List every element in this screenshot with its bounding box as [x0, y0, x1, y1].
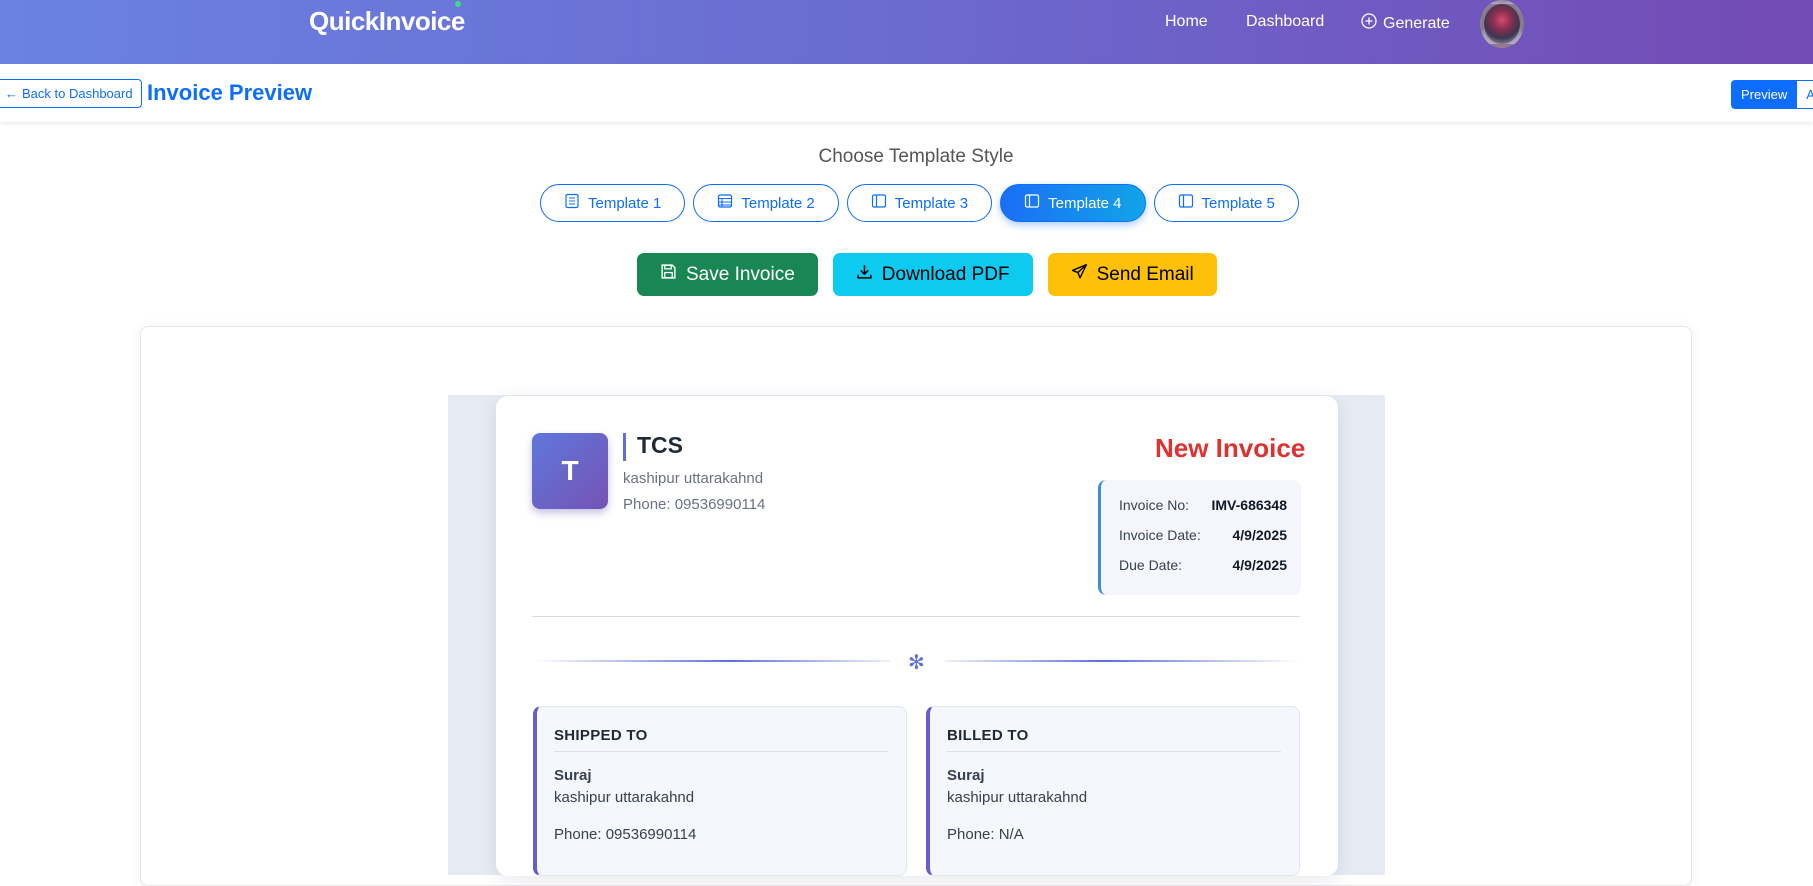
- due-date-row: Due Date: 4/9/2025: [1119, 557, 1287, 573]
- back-to-dashboard-button[interactable]: ← Back to Dashboard: [0, 79, 142, 108]
- invoice-number-label: Invoice No:: [1119, 497, 1190, 513]
- nav-generate-link[interactable]: Generate: [1361, 13, 1450, 34]
- billed-to-card: BILLED TO Suraj kashipur uttarakahnd Pho…: [926, 706, 1300, 876]
- shipped-to-divider: [554, 751, 888, 752]
- shipped-to-phone: Phone: 09536990114: [554, 826, 697, 843]
- top-navbar: QuickInvoice Home Dashboard Generate: [0, 0, 1813, 64]
- company-name: TCS: [637, 432, 683, 458]
- nav-generate-label: Generate: [1383, 14, 1450, 32]
- shipped-to-card: SHIPPED TO Suraj kashipur uttarakahnd Ph…: [533, 706, 907, 876]
- template-chooser-heading: Choose Template Style: [818, 146, 1014, 167]
- layout-sidebar-icon: [1178, 193, 1194, 213]
- template-3-label: Template 3: [894, 194, 969, 212]
- nav-dashboard-link[interactable]: Dashboard: [1246, 13, 1324, 31]
- due-date-label: Due Date:: [1119, 557, 1183, 573]
- back-to-dashboard-label: Back to Dashboard: [22, 86, 133, 101]
- send-icon: [1071, 263, 1088, 286]
- template-chooser: Template 1 Template 2 Template 3 Templat…: [540, 184, 1299, 222]
- table-icon: [717, 193, 733, 213]
- arrow-left-icon: ←: [5, 86, 18, 101]
- document-icon: [564, 193, 580, 213]
- company-phone: Phone: 09536990114: [623, 496, 766, 513]
- billed-to-phone: Phone: N/A: [947, 826, 1024, 843]
- ornament-line-left: [535, 660, 890, 662]
- layout-sidebar-icon: [1024, 193, 1040, 213]
- download-icon: [856, 263, 873, 286]
- shipped-to-heading: SHIPPED TO: [554, 727, 648, 744]
- send-email-label: Send Email: [1096, 263, 1194, 285]
- download-pdf-label: Download PDF: [881, 263, 1010, 285]
- send-email-button[interactable]: Send Email: [1047, 253, 1217, 296]
- ornament-line-right: [945, 660, 1300, 662]
- company-accent-bar: [623, 433, 626, 461]
- template-2-label: Template 2: [741, 194, 815, 212]
- layout-sidebar-icon: [871, 193, 887, 213]
- user-avatar[interactable]: [1480, 0, 1524, 48]
- template-4-button[interactable]: Template 4: [1000, 184, 1146, 222]
- template-3-button[interactable]: Template 3: [846, 184, 993, 222]
- page-subheader: ← Back to Dashboard Invoice Preview Prev…: [0, 64, 1813, 122]
- preview-toggle-button[interactable]: Preview: [1731, 80, 1798, 109]
- asterisk-ornament-icon: ✻: [908, 652, 925, 674]
- billed-to-name: Suraj: [947, 767, 985, 784]
- template-5-label: Template 5: [1201, 194, 1275, 212]
- save-invoice-button[interactable]: Save Invoice: [637, 253, 818, 296]
- header-divider: [532, 616, 1300, 617]
- actions-toggle-button[interactable]: Ac: [1797, 80, 1813, 109]
- billed-to-divider: [947, 751, 1281, 752]
- floppy-disk-icon: [660, 263, 677, 286]
- template-4-label: Template 4: [1048, 194, 1122, 212]
- download-pdf-button[interactable]: Download PDF: [832, 253, 1033, 296]
- invoice-actions: Save Invoice Download PDF Send Email: [637, 253, 1217, 296]
- template-2-button[interactable]: Template 2: [693, 184, 839, 222]
- plus-circle-icon: [1361, 13, 1377, 34]
- invoice-meta: Invoice No: IMV-686348 Invoice Date: 4/9…: [1098, 480, 1301, 595]
- company-logo: T: [532, 433, 608, 509]
- template-5-button[interactable]: Template 5: [1153, 184, 1299, 222]
- billed-to-heading: BILLED TO: [947, 727, 1029, 744]
- view-toggle-group: Preview Ac: [1731, 80, 1813, 109]
- invoice-number-row: Invoice No: IMV-686348: [1119, 497, 1287, 513]
- shipped-to-address: kashipur uttarakahnd: [554, 789, 695, 806]
- page-title: Invoice Preview: [147, 80, 313, 105]
- brand-dot: [455, 1, 461, 7]
- template-1-button[interactable]: Template 1: [540, 184, 686, 222]
- shipped-to-name: Suraj: [554, 767, 592, 784]
- billed-to-address: kashipur uttarakahnd: [947, 789, 1088, 806]
- template-1-label: Template 1: [588, 194, 662, 212]
- nav-home-link[interactable]: Home: [1165, 13, 1208, 31]
- save-invoice-label: Save Invoice: [686, 263, 795, 285]
- invoice-date-value: 4/9/2025: [1232, 527, 1288, 543]
- brand-logo[interactable]: QuickInvoice: [309, 6, 465, 37]
- invoice-date-label: Invoice Date:: [1119, 527, 1201, 543]
- due-date-value: 4/9/2025: [1232, 557, 1288, 573]
- company-address: kashipur uttarakahnd: [623, 470, 764, 487]
- invoice-title: New Invoice: [1155, 433, 1306, 463]
- invoice-date-row: Invoice Date: 4/9/2025: [1119, 527, 1287, 543]
- invoice-number-value: IMV-686348: [1211, 497, 1288, 513]
